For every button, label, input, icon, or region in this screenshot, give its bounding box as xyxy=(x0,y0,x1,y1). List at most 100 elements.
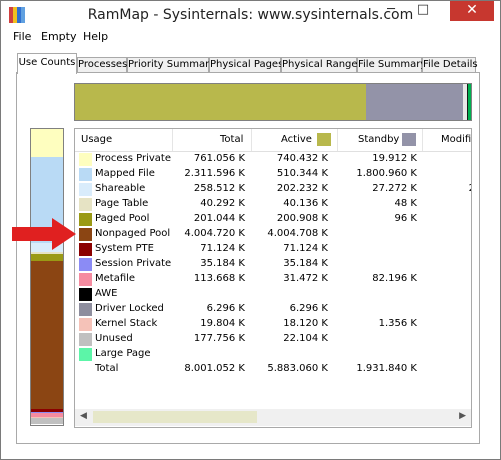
active-value: 35.184 K xyxy=(283,258,328,269)
usage-color-swatch xyxy=(79,183,92,196)
tab-use-counts[interactable]: Use Counts xyxy=(17,53,77,74)
total-value: 258.512 K xyxy=(193,183,245,194)
usage-bar-segment xyxy=(31,129,63,158)
scrollbar-thumb[interactable] xyxy=(93,411,257,423)
total-value: 8.001.052 K xyxy=(184,363,245,374)
tab-priority-summary[interactable]: Priority Summary xyxy=(127,57,215,73)
column-standby[interactable]: Standby xyxy=(358,134,399,145)
tab-file-summary[interactable]: File Summary xyxy=(357,57,426,73)
usage-color-swatch xyxy=(79,333,92,346)
list-item[interactable]: Large Page xyxy=(75,347,471,362)
usage-label: Shareable xyxy=(95,183,146,194)
column-divider[interactable] xyxy=(251,129,252,151)
list-item[interactable]: Unused 177.756 K 22.104 K xyxy=(75,332,471,347)
total-value: 71.124 K xyxy=(200,243,245,254)
standby-value: 82.196 K xyxy=(372,273,417,284)
total-value: 2.311.596 K xyxy=(184,168,245,179)
usage-bar-segment xyxy=(31,261,63,410)
usage-color-swatch xyxy=(79,168,92,181)
usage-color-swatch xyxy=(79,213,92,226)
usage-label: Unused xyxy=(95,333,133,344)
list-item[interactable]: Kernel Stack 19.804 K 18.120 K 1.356 K xyxy=(75,317,471,332)
tab-physical-pages[interactable]: Physical Pages xyxy=(209,57,283,73)
usage-color-swatch xyxy=(79,303,92,316)
standby-value: 1.800.960 K xyxy=(356,168,417,179)
list-item[interactable]: Metafile 113.668 K 31.472 K 82.196 K xyxy=(75,272,471,287)
usage-label: System PTE xyxy=(95,243,154,254)
active-color-swatch xyxy=(317,133,331,146)
list-item[interactable]: System PTE 71.124 K 71.124 K xyxy=(75,242,471,257)
tab-physical-ranges[interactable]: Physical Ranges xyxy=(281,57,363,73)
usage-color-swatch xyxy=(79,288,92,301)
standby-value: 1.356 K xyxy=(378,318,417,329)
list-item[interactable]: Driver Locked 6.296 K 6.296 K xyxy=(75,302,471,317)
column-modified[interactable]: Modifie xyxy=(441,134,471,145)
usage-bar-segment xyxy=(31,417,63,425)
active-value: 510.344 K xyxy=(276,168,328,179)
list-item[interactable]: Page Table 40.292 K 40.136 K 48 K xyxy=(75,197,471,212)
usage-bar-segment xyxy=(468,84,471,120)
usage-bar-segment xyxy=(366,84,464,120)
active-value: 71.124 K xyxy=(283,243,328,254)
horizontal-scrollbar[interactable]: ◀ ▶ xyxy=(75,409,471,426)
menu-help[interactable]: Help xyxy=(83,30,108,43)
usage-color-swatch xyxy=(79,273,92,286)
total-value: 201.044 K xyxy=(193,213,245,224)
menu-file[interactable]: File xyxy=(13,30,31,43)
list-item[interactable]: Paged Pool 201.044 K 200.908 K 96 K xyxy=(75,212,471,227)
column-divider[interactable] xyxy=(172,129,173,151)
list-item[interactable]: Process Private 761.056 K 740.432 K 19.912 … xyxy=(75,152,471,167)
column-total[interactable]: Total xyxy=(220,134,243,145)
active-value: 200.908 K xyxy=(276,213,328,224)
total-value: 35.184 K xyxy=(200,258,245,269)
usage-summary-bar xyxy=(74,83,472,121)
red-arrow-annotation xyxy=(12,218,76,250)
usage-color-swatch xyxy=(79,243,92,256)
usage-label: Paged Pool xyxy=(95,213,150,224)
total-value: 4.004.720 K xyxy=(184,228,245,239)
usage-label: AWE xyxy=(95,288,118,299)
column-divider[interactable] xyxy=(422,129,423,151)
column-divider[interactable] xyxy=(337,129,338,151)
column-active[interactable]: Active xyxy=(281,134,312,145)
usage-label: Kernel Stack xyxy=(95,318,158,329)
list-item[interactable]: Session Private 35.184 K 35.184 K xyxy=(75,257,471,272)
active-value: 22.104 K xyxy=(283,333,328,344)
usage-label: Metafile xyxy=(95,273,136,284)
usage-label: Nonpaged Pool xyxy=(95,228,171,239)
menu-empty[interactable]: Empty xyxy=(41,30,76,43)
list-item[interactable]: Shareable 258.512 K 202.232 K 27.272 K 2 xyxy=(75,182,471,197)
scroll-right-icon[interactable]: ▶ xyxy=(459,411,466,421)
tab-processes[interactable]: Processes xyxy=(77,57,127,73)
usage-bar-segment xyxy=(75,84,367,120)
total-value: 6.296 K xyxy=(206,303,245,314)
column-usage[interactable]: Usage xyxy=(81,134,112,145)
usage-color-swatch xyxy=(79,258,92,271)
usage-vertical-bar xyxy=(30,128,64,426)
usage-color-swatch xyxy=(79,228,92,241)
standby-color-swatch xyxy=(402,133,416,146)
usage-label: Driver Locked xyxy=(95,303,164,314)
active-value: 31.472 K xyxy=(283,273,328,284)
usage-label: Session Private xyxy=(95,258,172,269)
usage-color-swatch xyxy=(79,348,92,361)
usage-color-swatch xyxy=(79,198,92,211)
maximize-button[interactable]: □ xyxy=(410,1,436,21)
minimize-button[interactable]: ─ xyxy=(378,1,404,21)
scroll-left-icon[interactable]: ◀ xyxy=(80,411,87,421)
standby-value: 19.912 K xyxy=(372,153,417,164)
total-value: 177.756 K xyxy=(193,333,245,344)
list-item[interactable]: Mapped File 2.311.596 K 510.344 K 1.800.960… xyxy=(75,167,471,182)
use-counts-list[interactable]: Usage Total Active Standby Modifie Proce… xyxy=(74,128,472,428)
list-item[interactable]: Nonpaged Pool 4.004.720 K 4.004.708 K xyxy=(75,227,471,242)
active-value: 6.296 K xyxy=(289,303,328,314)
usage-label: Mapped File xyxy=(95,168,155,179)
list-item[interactable]: AWE xyxy=(75,287,471,302)
tab-file-details[interactable]: File Details xyxy=(422,57,478,73)
list-item[interactable]: Total 8.001.052 K 5.883.060 K 1.931.840 K xyxy=(75,362,471,377)
active-value: 40.136 K xyxy=(283,198,328,209)
close-button[interactable]: ✕ xyxy=(450,1,494,21)
title-bar[interactable]: RamMap - Sysinternals: www.sysinternals.… xyxy=(1,1,500,29)
active-value: 4.004.708 K xyxy=(267,228,328,239)
modified-value: 2 xyxy=(425,183,471,194)
